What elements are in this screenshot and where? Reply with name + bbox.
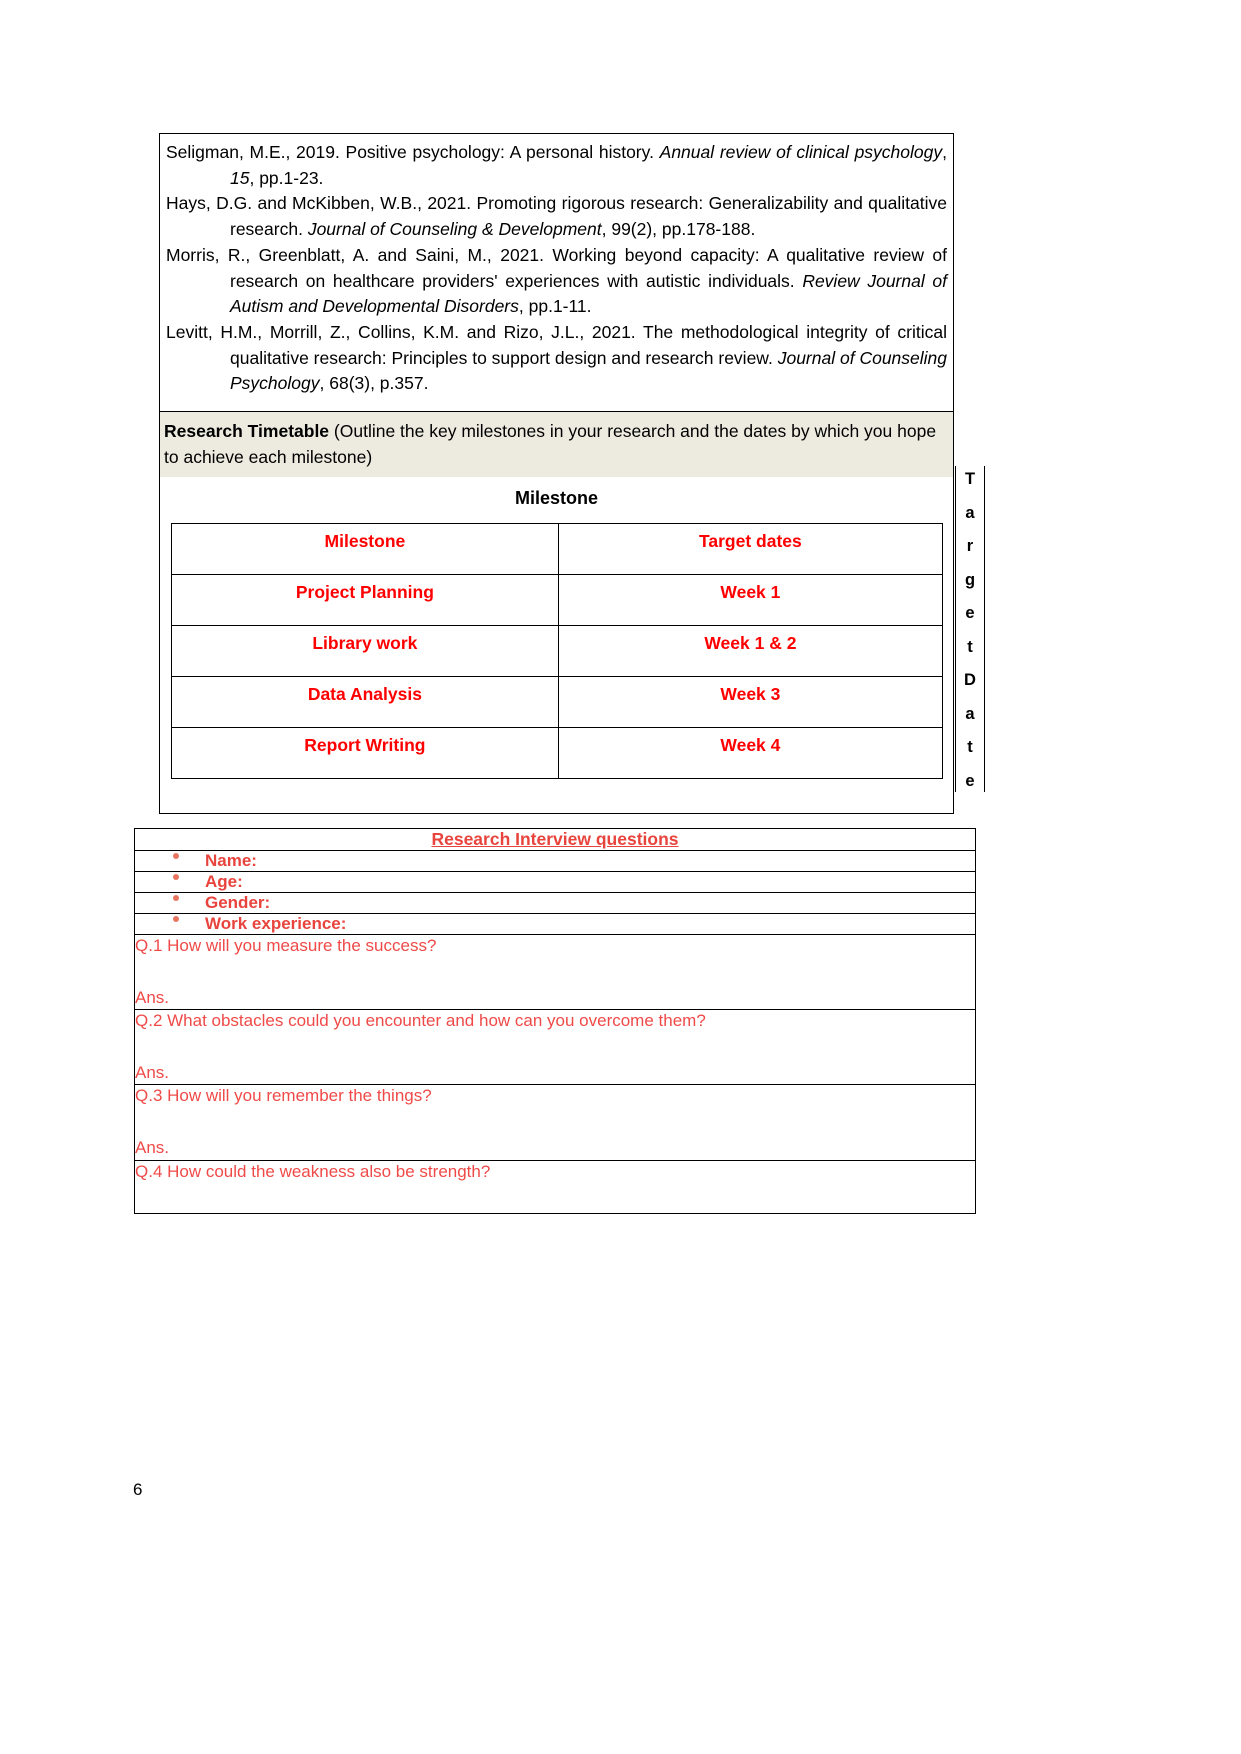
table-row: Project Planning Week 1 — [171, 573, 944, 626]
list-item: Work experience: — [135, 914, 975, 934]
target-date-letter: a — [965, 704, 975, 723]
table-row: Q.2 What obstacles could you encounter a… — [134, 1009, 976, 1086]
interview-field-cell[interactable]: Name: — [134, 850, 976, 872]
interview-question-cell[interactable]: Q.4 How could the weakness also be stren… — [134, 1159, 976, 1214]
list-item: Name: — [135, 851, 975, 871]
reference-italic-run: 15 — [230, 167, 250, 188]
page-number: 6 — [133, 1480, 143, 1499]
reference-entry: Morris, R., Greenblatt, A. and Saini, M.… — [166, 243, 947, 320]
target-date-letter: a — [965, 503, 975, 522]
bullet-icon — [173, 916, 179, 923]
reference-text-run: , 99(2), pp.178-188. — [601, 219, 756, 240]
reference-text-run: , 68(3), p.357. — [319, 373, 429, 394]
interview-field-label: Name: — [205, 851, 257, 870]
interview-question-cell[interactable]: Q.1 How will you measure the success? Ans… — [134, 933, 976, 1011]
reference-text-run: , — [942, 142, 947, 162]
column-header: Milestone — [171, 522, 559, 575]
bullet-icon — [173, 853, 179, 860]
interview-question-text: Q.4 How could the weakness also be stren… — [135, 1161, 491, 1181]
target-date-letter: g — [964, 570, 976, 589]
references-timetable-box: Seligman, M.E., 2019. Positive psycholog… — [159, 133, 954, 814]
table-row: Work experience: — [134, 913, 976, 935]
table-row: Age: — [134, 871, 976, 893]
interview-answer-label[interactable]: Ans. — [135, 987, 975, 1009]
reference-text-run: , pp.1-11. — [518, 296, 592, 317]
milestone-cell: Data Analysis — [171, 675, 559, 728]
target-date-vertical-column: TargetDate — [955, 466, 985, 792]
interview-title: Research Interview questions — [134, 828, 976, 851]
references-list: Seligman, M.E., 2019. Positive psycholog… — [160, 134, 953, 411]
target-date-letter: T — [964, 470, 976, 488]
bullet-icon — [173, 895, 179, 902]
milestone-cell: Library work — [171, 624, 559, 677]
target-date-cell: Week 4 — [557, 726, 944, 779]
target-date-letter: r — [966, 537, 974, 555]
interview-field-label: Work experience: — [205, 914, 347, 933]
reference-text-run: , pp.1-23. — [249, 167, 324, 188]
reference-entry: Hays, D.G. and McKibben, W.B., 2021. Pro… — [166, 191, 947, 242]
target-date-letter: D — [964, 671, 976, 689]
milestone-cell: Project Planning — [171, 573, 559, 626]
interview-answer-label[interactable]: Ans. — [135, 1062, 975, 1084]
target-date-letter: t — [967, 738, 973, 756]
reference-italic-run: Annual review of clinical psychology — [659, 142, 943, 162]
table-row: Name: — [134, 850, 976, 872]
target-date-cell: Week 1 & 2 — [557, 624, 944, 677]
column-header: Target dates — [557, 522, 944, 575]
interview-field-label: Age: — [205, 872, 243, 891]
interview-question-cell[interactable]: Q.3 How will you remember the things? Ans… — [134, 1084, 976, 1161]
reference-entry: Levitt, H.M., Morrill, Z., Collins, K.M.… — [166, 320, 947, 397]
interview-question-text: Q.2 What obstacles could you encounter a… — [135, 1011, 706, 1031]
interview-answer-label[interactable]: Ans. — [135, 1137, 975, 1159]
milestone-cell: Report Writing — [171, 726, 559, 779]
target-date-cell: Week 3 — [557, 675, 944, 728]
document-page: Seligman, M.E., 2019. Positive psycholog… — [0, 0, 1241, 1754]
table-row: Gender: — [134, 892, 976, 914]
milestone-caption: Milestone — [160, 476, 953, 523]
table-row: Research Interview questions — [134, 828, 976, 851]
target-date-letter: e — [965, 604, 975, 622]
interview-question-text: Q.1 How will you measure the success? — [135, 936, 437, 955]
table-row: Data Analysis Week 3 — [171, 675, 944, 728]
target-date-cell: Week 1 — [557, 573, 944, 626]
bullet-icon — [173, 874, 179, 881]
target-date-letter: t — [967, 637, 973, 656]
research-interview-table: Research Interview questions Name: Age: Ge… — [134, 828, 976, 1214]
list-item: Gender: — [135, 893, 975, 913]
interview-field-cell[interactable]: Gender: — [134, 892, 976, 914]
reference-entry: Seligman, M.E., 2019. Positive psycholog… — [166, 140, 947, 191]
milestone-table-wrap: Milestone Target dates Project Planning Wee… — [160, 522, 953, 813]
table-row: Library work Week 1 & 2 — [171, 624, 944, 677]
research-timetable-heading: Research Timetable — [164, 421, 330, 442]
research-timetable-banner: Research Timetable (Outline the key mile… — [160, 411, 953, 477]
table-header-row: Milestone Target dates — [171, 522, 944, 575]
list-item: Age: — [135, 872, 975, 892]
reference-italic-run: Journal of Counseling & Development — [307, 219, 602, 240]
milestone-table: Milestone Target dates Project Planning Wee… — [171, 522, 944, 779]
interview-field-label: Gender: — [205, 893, 271, 912]
interview-question-cell[interactable]: Q.2 What obstacles could you encounter a… — [134, 1009, 976, 1086]
reference-text-run: Seligman, M.E., 2019. Positive psycholog… — [166, 142, 660, 162]
table-row: Report Writing Week 4 — [171, 726, 944, 779]
table-row: Q.1 How will you measure the success? Ans… — [134, 933, 976, 1011]
interview-question-text: Q.3 How will you remember the things? — [135, 1086, 432, 1106]
table-row: Q.4 How could the weakness also be stren… — [134, 1159, 976, 1214]
target-date-letter: e — [965, 771, 975, 790]
interview-field-cell[interactable]: Work experience: — [134, 913, 976, 935]
table-row: Q.3 How will you remember the things? Ans… — [134, 1084, 976, 1161]
interview-field-cell[interactable]: Age: — [134, 871, 976, 893]
